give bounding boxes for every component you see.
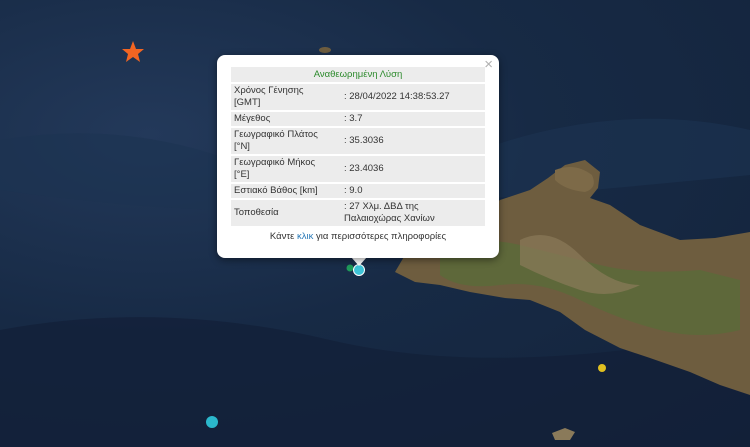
row-value: : 23.4036 [344,163,384,174]
row-key: Γεωγραφικό Πλάτος [234,129,318,140]
star-icon[interactable] [122,41,144,62]
table-row: Εστιακό Βάθος [km] : 9.0 [231,184,485,198]
close-icon[interactable]: × [484,57,493,73]
table-row: Μέγεθος : 3.7 [231,112,485,126]
row-key: Χρόνος Γένησης [234,85,304,96]
popup-title: Αναθεωρημένη Λύση [231,67,485,82]
table-row: Γεωγραφικό Μήκος [°E] : 23.4036 [231,156,485,182]
row-key-unit: [°E] [234,169,250,180]
earthquake-info-popup: × Αναθεωρημένη Λύση Χρόνος Γένησης [GMT]… [217,55,499,258]
earthquake-marker-selected[interactable] [353,264,365,276]
row-key: Μέγεθος [234,113,271,124]
row-key-unit: [°N] [234,141,250,152]
table-row: Γεωγραφικό Πλάτος [°N] : 35.3036 [231,128,485,154]
row-value: : 27 Χλμ. ΔΒΔ της [344,201,419,212]
row-value: : 28/04/2022 14:38:53.27 [344,91,450,102]
row-key: Τοποθεσία [234,207,279,218]
table-row: Τοποθεσία : 27 Χλμ. ΔΒΔ της Παλαιοχώρας … [231,200,485,226]
table-row: Χρόνος Γένησης [GMT] : 28/04/2022 14:38:… [231,84,485,110]
popup-tip [351,257,367,266]
row-value: : 35.3036 [344,135,384,146]
row-value-cont: Παλαιοχώρας Χανίων [344,213,435,224]
row-value: : 3.7 [344,113,363,124]
popup-footer: Κάντε κλικ για περισσότερες πληροφορίες [269,231,447,242]
row-key: Εστιακό Βάθος [km] [234,185,318,196]
row-value: : 9.0 [344,185,363,196]
earthquake-marker-cyan[interactable] [206,416,218,428]
row-key-unit: [GMT] [234,97,261,108]
earthquake-marker-yellow[interactable] [598,364,606,372]
row-key: Γεωγραφικό Μήκος [234,157,316,168]
more-info-link[interactable]: κλικ [297,231,313,242]
info-table: Αναθεωρημένη Λύση Χρόνος Γένησης [GMT] :… [231,67,485,242]
